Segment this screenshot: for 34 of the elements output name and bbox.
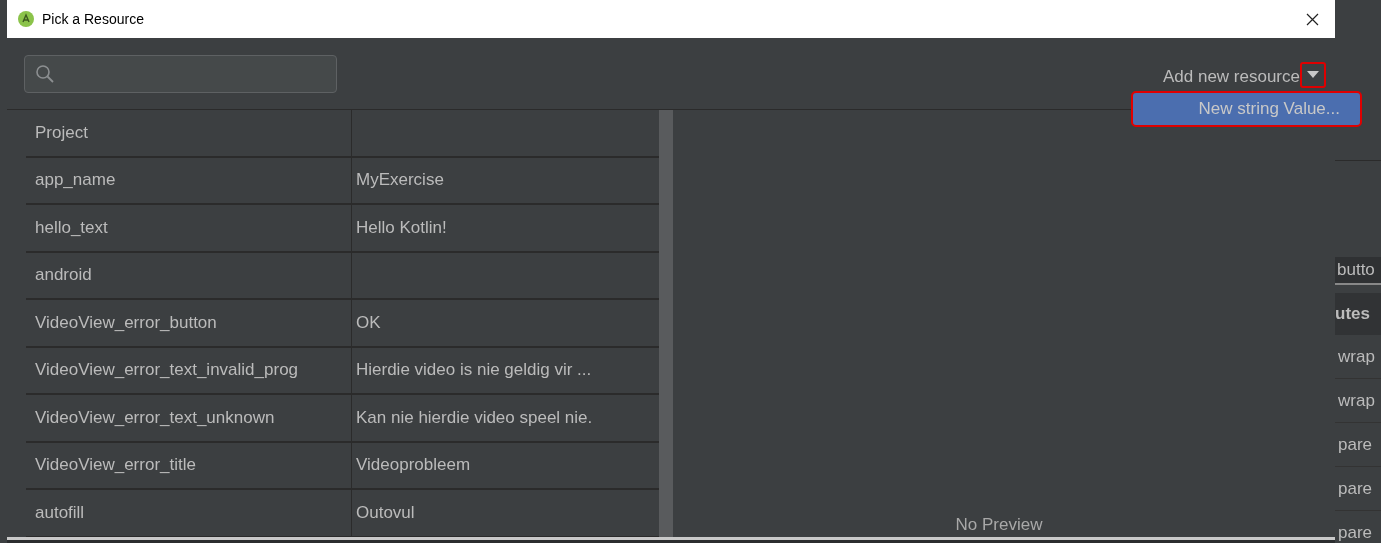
preview-placeholder-text: No Preview [955, 515, 1043, 535]
resource-name[interactable]: VideoView_error_title [26, 442, 352, 488]
android-icon [18, 11, 34, 27]
group-header[interactable]: Project [26, 110, 352, 156]
background-text: wrap [1338, 346, 1375, 367]
add-resource-label[interactable]: Add new resource [1162, 66, 1300, 87]
background-text: butto [1337, 260, 1375, 280]
resource-value: OK [356, 312, 381, 333]
resource-name[interactable]: hello_text [26, 205, 352, 251]
resource-name[interactable]: VideoView_error_button [26, 300, 352, 346]
caret-icon [1307, 70, 1319, 79]
group-header[interactable]: android [26, 252, 352, 298]
search-field[interactable] [24, 54, 337, 93]
resource-name[interactable]: autofill [26, 490, 352, 536]
search-icon [35, 63, 55, 84]
resource-name[interactable]: VideoView_error_text_invalid_prog [26, 347, 352, 393]
background-text: pare [1338, 434, 1373, 455]
resource-value: Hello Kotlin! [356, 217, 447, 238]
background-text: pare [1338, 522, 1373, 543]
resource-name[interactable]: VideoView_error_text_unknown [26, 395, 352, 441]
resource-name[interactable]: app_name [26, 157, 352, 203]
menu-item[interactable]: New string Value... [1131, 91, 1362, 127]
close-icon[interactable] [1306, 12, 1319, 26]
resource-value: Outovul [356, 502, 415, 523]
dropdown-button[interactable] [1300, 61, 1326, 88]
window-title: Pick a Resource [42, 11, 144, 27]
background-text: wrap [1338, 390, 1375, 411]
resource-value: MyExercise [356, 170, 444, 191]
scrollbar[interactable] [659, 110, 673, 537]
resource-value: Videoprobleem [356, 455, 471, 476]
resource-value: Kan nie hierdie video speel nie. [356, 407, 593, 428]
resource-value: Hierdie video is nie geldig vir ... [356, 360, 592, 381]
background-heading: utes [1335, 304, 1370, 324]
background-text: pare [1338, 478, 1373, 499]
